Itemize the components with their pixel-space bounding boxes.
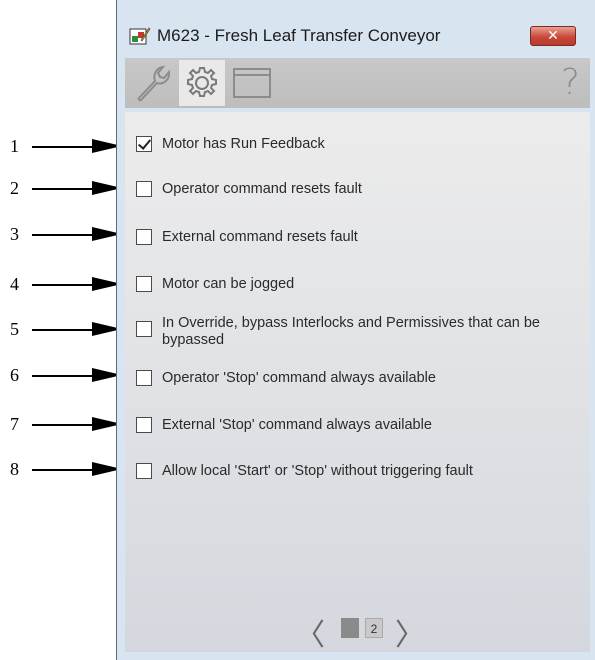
callout-arrow-line xyxy=(32,146,94,148)
callout-number: 2 xyxy=(10,178,19,198)
option-operator-command-resets-fault[interactable]: Operator command resets fault xyxy=(136,181,586,198)
next-page-button[interactable]: 〉 xyxy=(395,610,425,654)
option-label: Operator 'Stop' command always available xyxy=(162,370,436,386)
close-icon: ✕ xyxy=(547,28,559,44)
option-motor-has-run-feedback[interactable]: Motor has Run Feedback xyxy=(136,136,586,153)
checkbox[interactable] xyxy=(136,136,152,152)
option-external-stop-always-available[interactable]: External 'Stop' command always available xyxy=(136,417,586,434)
checkbox[interactable] xyxy=(136,181,152,197)
callout-number: 4 xyxy=(10,274,19,294)
window-title: M623 - Fresh Leaf Transfer Conveyor xyxy=(157,26,441,45)
callout-number: 6 xyxy=(10,365,19,385)
page-1-button[interactable]: 1 xyxy=(341,618,359,638)
callout-arrow-line xyxy=(32,188,94,190)
option-label: Motor can be jogged xyxy=(162,276,295,292)
page-2-button[interactable]: 2 xyxy=(365,618,383,638)
option-label: Allow local 'Start' or 'Stop' without tr… xyxy=(162,463,473,479)
option-motor-can-be-jogged[interactable]: Motor can be jogged xyxy=(136,276,586,293)
callout-8: 8 xyxy=(0,459,128,479)
callout-1: 1 xyxy=(0,136,128,156)
callout-4: 4 xyxy=(0,274,128,294)
option-operator-stop-always-available[interactable]: Operator 'Stop' command always available xyxy=(136,370,586,387)
callout-3: 3 xyxy=(0,224,128,244)
option-label: Motor has Run Feedback xyxy=(162,136,325,152)
checkbox[interactable] xyxy=(136,417,152,433)
pager: 〈 1 2 〉 xyxy=(295,610,435,653)
callout-number: 7 xyxy=(10,414,19,434)
previous-page-button[interactable]: 〈 xyxy=(295,610,325,654)
callout-6: 6 xyxy=(0,365,128,385)
checkbox[interactable] xyxy=(136,321,152,337)
callout-number: 8 xyxy=(10,459,19,479)
checkbox[interactable] xyxy=(136,276,152,292)
option-label: Operator command resets fault xyxy=(162,181,362,197)
window-icon xyxy=(233,68,271,98)
callout-7: 7 xyxy=(0,414,128,434)
faceplate-toolbar: ? xyxy=(125,58,590,108)
callout-number: 1 xyxy=(10,136,19,156)
tab-maintenance[interactable] xyxy=(129,60,175,106)
tab-display[interactable] xyxy=(229,60,275,106)
help-button[interactable]: ? xyxy=(561,62,580,103)
tab-configuration[interactable] xyxy=(179,60,225,106)
callout-arrow-line xyxy=(32,284,94,286)
callout-arrow-line xyxy=(32,375,94,377)
callout-arrow-line xyxy=(32,469,94,471)
callout-arrow-line xyxy=(32,234,94,236)
option-override-bypass[interactable]: In Override, bypass Interlocks and Permi… xyxy=(136,315,586,349)
checkbox[interactable] xyxy=(136,229,152,245)
callout-arrow-line xyxy=(32,424,94,426)
callout-number: 3 xyxy=(10,224,19,244)
gear-icon xyxy=(187,67,217,97)
callout-arrow-line xyxy=(32,329,94,331)
checkbox[interactable] xyxy=(136,370,152,386)
faceplate-window: M623 - Fresh Leaf Transfer Conveyor ✕ ? … xyxy=(116,0,595,660)
close-button[interactable]: ✕ xyxy=(530,26,576,46)
motor-app-icon xyxy=(129,27,151,45)
callout-number: 5 xyxy=(10,319,19,339)
configuration-panel: Motor has Run Feedback Operator command … xyxy=(125,112,590,653)
callout-5: 5 xyxy=(0,319,128,339)
callout-2: 2 xyxy=(0,178,128,198)
checkbox[interactable] xyxy=(136,463,152,479)
option-external-command-resets-fault[interactable]: External command resets fault xyxy=(136,229,586,246)
wrench-icon xyxy=(137,65,171,102)
option-label: In Override, bypass Interlocks and Permi… xyxy=(162,315,540,348)
option-label: External 'Stop' command always available xyxy=(162,417,432,433)
option-label: External command resets fault xyxy=(162,229,358,245)
title-bar: M623 - Fresh Leaf Transfer Conveyor ✕ xyxy=(117,18,595,56)
option-allow-local-start-stop[interactable]: Allow local 'Start' or 'Stop' without tr… xyxy=(136,463,586,480)
